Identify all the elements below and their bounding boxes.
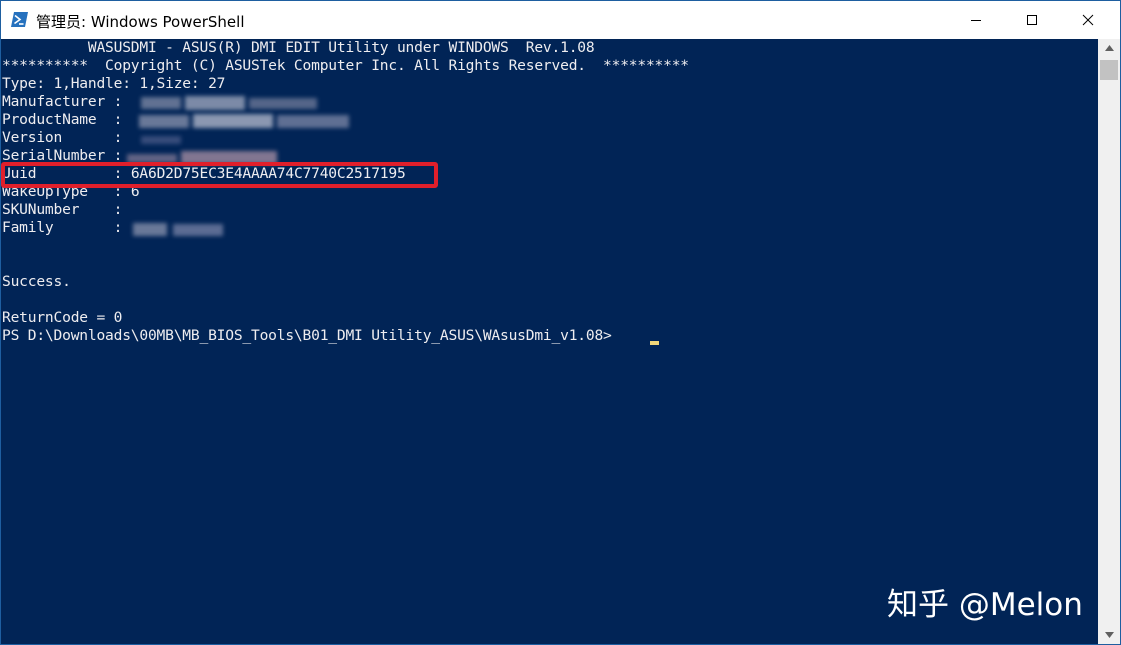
- scroll-up-arrow-icon: [1104, 45, 1114, 51]
- uuid-highlight-box: [1, 162, 438, 188]
- console-returncode-line: ReturnCode = 0: [2, 309, 123, 326]
- console-header-line: WASUSDMI - ASUS(R) DMI EDIT Utility unde…: [2, 39, 595, 56]
- field-manufacturer-label: Manufacturer :: [2, 93, 123, 110]
- powershell-icon[interactable]: [11, 12, 28, 27]
- maximize-icon: [1027, 15, 1037, 25]
- scroll-thumb[interactable]: [1100, 60, 1118, 80]
- close-icon: [1082, 14, 1094, 26]
- console-output-area[interactable]: WASUSDMI - ASUS(R) DMI EDIT Utility unde…: [1, 39, 1098, 644]
- text-cursor: [650, 341, 659, 345]
- console-prompt-line: PS D:\Downloads\00MB\MB_BIOS_Tools\B01_D…: [2, 327, 612, 344]
- field-skunumber-label: SKUNumber :: [2, 201, 123, 218]
- zhihu-watermark: 知乎 @Melon: [887, 587, 1083, 623]
- scroll-up-button[interactable]: [1098, 39, 1120, 57]
- minimize-button[interactable]: [953, 1, 999, 39]
- field-productname-label: ProductName :: [2, 111, 123, 128]
- close-button[interactable]: [1065, 1, 1111, 39]
- vertical-scrollbar[interactable]: [1098, 39, 1120, 644]
- field-family-label: Family :: [2, 219, 123, 236]
- redacted-productname-value: [139, 112, 349, 130]
- scroll-down-button[interactable]: [1098, 626, 1120, 644]
- redacted-family-value: [133, 220, 223, 238]
- redacted-manufacturer-value: [141, 94, 317, 112]
- maximize-button[interactable]: [1009, 1, 1055, 39]
- powershell-window: 管理员: Windows PowerShell WASUSDMI - ASUS(…: [0, 0, 1121, 645]
- console-type-line: Type: 1,Handle: 1,Size: 27: [2, 75, 226, 92]
- minimize-icon: [971, 20, 981, 21]
- redacted-version-value: [141, 130, 181, 148]
- console-copyright-line: ********** Copyright (C) ASUSTek Compute…: [2, 57, 689, 74]
- window-title: 管理员: Windows PowerShell: [36, 13, 245, 31]
- console-success-line: Success.: [2, 273, 71, 290]
- title-bar[interactable]: 管理员: Windows PowerShell: [1, 1, 1120, 39]
- field-version-label: Version :: [2, 129, 123, 146]
- scroll-down-arrow-icon: [1104, 632, 1114, 638]
